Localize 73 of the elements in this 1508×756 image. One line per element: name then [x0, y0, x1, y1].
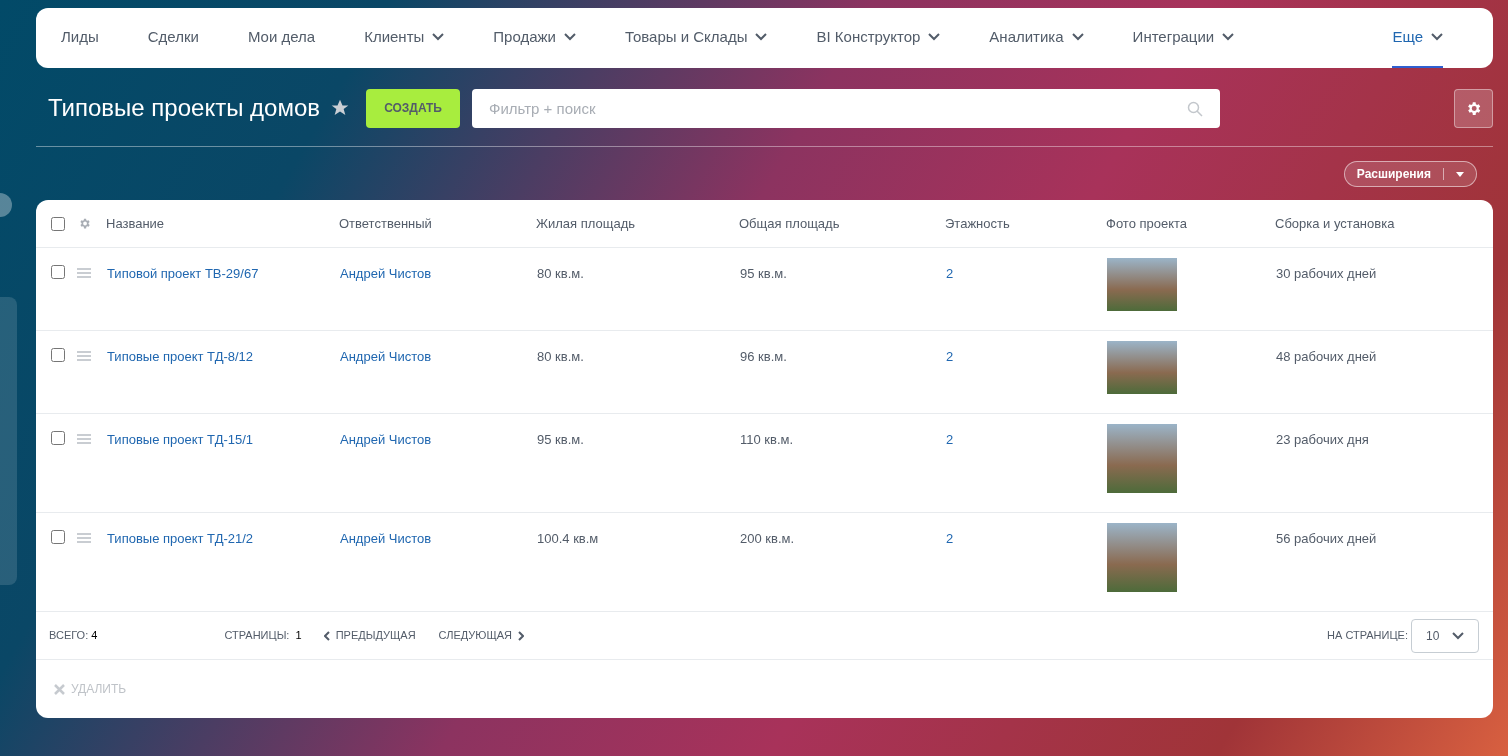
nav-tab[interactable]: Лиды: [61, 8, 99, 68]
table-cell: 56 рабочих дней: [1276, 531, 1377, 546]
photo-placeholder[interactable]: [1107, 424, 1177, 493]
per-page-label: НА СТРАНИЦЕ:: [1327, 628, 1408, 644]
drag-handle-icon[interactable]: [77, 351, 91, 361]
column-header[interactable]: Этажность: [945, 213, 1106, 234]
close-icon: [54, 683, 65, 695]
column-header[interactable]: Фото проекта: [1106, 213, 1275, 234]
table-cell: 96 кв.м.: [740, 349, 787, 364]
table-cell: 48 рабочих дней: [1276, 349, 1377, 364]
caret-icon: [1456, 171, 1464, 177]
previous-page-link[interactable]: ПРЕДЫДУЩАЯ: [323, 627, 416, 644]
chevron-left-icon: [323, 630, 330, 641]
responsible-link[interactable]: Андрей Чистов: [340, 432, 432, 447]
drag-handle-icon[interactable]: [77, 434, 91, 444]
settings-icon[interactable]: [78, 217, 91, 230]
column-header[interactable]: Название: [106, 213, 339, 234]
nav-tab[interactable]: Товары и Склады: [624, 8, 768, 68]
row-checkbox[interactable]: [51, 530, 65, 544]
table-cell: 95 кв.м.: [537, 432, 584, 447]
table-cell: 80 кв.м.: [537, 349, 584, 364]
settings-button[interactable]: [1454, 88, 1493, 128]
column-header[interactable]: Общая площадь: [739, 213, 945, 234]
chevron-down-icon: [1452, 631, 1464, 640]
column-header[interactable]: Жилая площадь: [536, 213, 739, 234]
table-cell: 2: [946, 349, 954, 364]
row-checkbox[interactable]: [51, 348, 65, 362]
table-cell: 2: [946, 432, 954, 447]
extensions-button[interactable]: Расширения: [1343, 161, 1477, 187]
table-cell: 110 кв.м.: [740, 432, 794, 447]
row-checkbox[interactable]: [51, 265, 65, 279]
project-link[interactable]: Типовой проект ТВ-29/67: [107, 266, 259, 281]
project-link[interactable]: Типовые проект ТД-21/2: [107, 531, 254, 546]
total-count: ВСЕГО: 4: [49, 628, 98, 644]
drag-handle-icon[interactable]: [77, 268, 91, 278]
nav-tab[interactable]: Сделки: [147, 8, 199, 68]
row-checkbox[interactable]: [51, 431, 65, 445]
table-cell: 200 кв.м.: [740, 531, 795, 546]
nav-tab[interactable]: Аналитика: [989, 8, 1084, 68]
table-cell: 30 рабочих дней: [1276, 266, 1377, 281]
column-header[interactable]: Сборка и установка: [1275, 213, 1455, 234]
nav-tab[interactable]: Еще: [1392, 8, 1443, 68]
nav-tab[interactable]: Интеграции: [1132, 8, 1235, 68]
responsible-link[interactable]: Андрей Чистов: [340, 349, 432, 364]
nav-tab[interactable]: Продажи: [493, 8, 576, 68]
table-cell: 2: [946, 531, 954, 546]
pages-label: СТРАНИЦЫ: 1: [224, 628, 302, 644]
chevron-right-icon: [518, 630, 524, 641]
responsible-link[interactable]: Андрей Чистов: [340, 531, 432, 546]
per-page-select[interactable]: 10: [1411, 618, 1479, 653]
create-button[interactable]: СОЗДАТЬ: [366, 88, 461, 128]
select-all-checkbox[interactable]: [51, 216, 65, 231]
table-cell: 2: [946, 266, 954, 281]
table-cell: 80 кв.м.: [537, 266, 584, 281]
table-cell: 100.4 кв.м: [537, 531, 599, 546]
table-cell: 23 рабочих дня: [1276, 432, 1369, 447]
settings-icon: [1465, 99, 1482, 117]
photo-placeholder[interactable]: [1107, 523, 1177, 592]
next-page-link[interactable]: СЛЕДУЮЩАЯ: [438, 627, 524, 644]
search-field[interactable]: Фильтр + поиск: [472, 88, 1221, 128]
photo-placeholder[interactable]: [1107, 258, 1177, 311]
drag-handle-icon[interactable]: [77, 533, 91, 543]
table-cell: 95 кв.м.: [740, 266, 787, 281]
search-icon: [1187, 100, 1204, 117]
nav-tab[interactable]: BI Конструктор: [816, 8, 941, 68]
responsible-link[interactable]: Андрей Чистов: [340, 266, 432, 281]
project-link[interactable]: Типовые проект ТД-15/1: [107, 432, 254, 447]
photo-placeholder[interactable]: [1107, 341, 1177, 394]
nav-tab[interactable]: Клиенты: [364, 8, 445, 68]
project-link[interactable]: Типовые проект ТД-8/12: [107, 349, 254, 364]
nav-tab[interactable]: Мои дела: [247, 8, 316, 68]
column-header[interactable]: Ответственный: [339, 213, 536, 234]
page-title: Типовые проекты домов: [48, 93, 321, 123]
